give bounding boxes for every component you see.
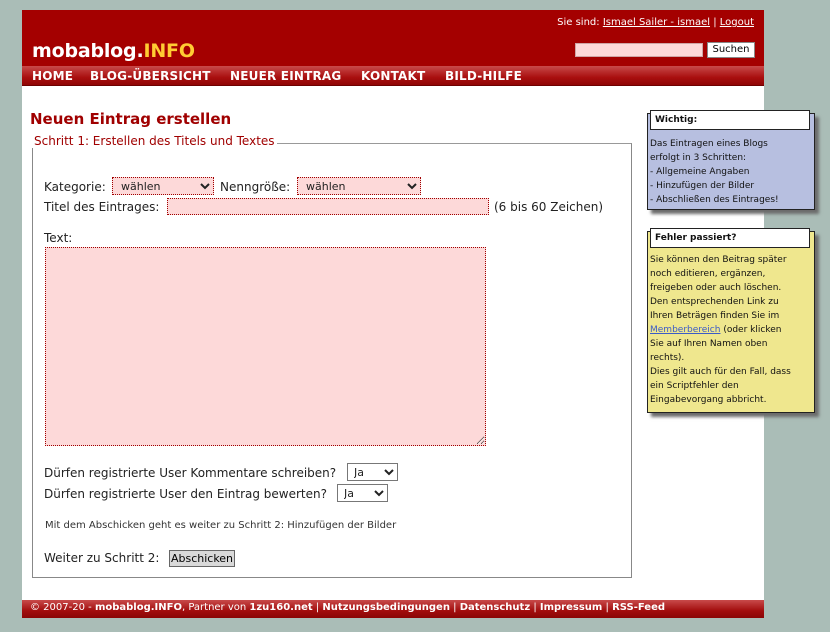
info-line: erfolgt in 3 Schritten: bbox=[650, 153, 747, 163]
size-select[interactable]: wählen bbox=[297, 177, 421, 195]
header: mobablog.INFO Sie sind: Ismael Sailer - … bbox=[22, 10, 764, 66]
entry-title-hint: (6 bis 60 Zeichen) bbox=[494, 200, 604, 214]
nav-blog-overview[interactable]: BLOG-ÜBERSICHT bbox=[90, 69, 211, 83]
logout-link[interactable]: Logout bbox=[720, 17, 754, 28]
info-line: Dies gilt auch für den Fall, dass bbox=[650, 367, 791, 377]
page-title: Neuen Eintrag erstellen bbox=[30, 110, 232, 128]
category-label: Kategorie: bbox=[44, 180, 106, 194]
nav-contact[interactable]: KONTAKT bbox=[361, 69, 425, 83]
submit-info-text: Mit dem Abschicken geht es weiter zu Sch… bbox=[45, 520, 397, 531]
info-box-error-title: Fehler passiert? bbox=[650, 228, 810, 248]
search-button[interactable]: Suchen bbox=[707, 42, 755, 58]
category-select[interactable]: wählen bbox=[112, 177, 214, 195]
footer-partner-text: , Partner von bbox=[181, 602, 250, 613]
footer-site-name: mobablog.INFO bbox=[94, 602, 182, 613]
user-prefix: Sie sind: bbox=[557, 17, 600, 28]
info-box-important: Wichtig: Das Eintragen eines Blogs erfol… bbox=[647, 110, 815, 210]
footer: © 2007-20 - mobablog.INFO, Partner von 1… bbox=[22, 600, 764, 618]
info-line-with-link: Memberbereich (oder klicken bbox=[650, 323, 791, 337]
info-box-error: Fehler passiert? Sie können den Beitrag … bbox=[647, 228, 815, 413]
footer-imprint-link[interactable]: Impressum bbox=[540, 602, 602, 613]
info-line-tail: (oder klicken bbox=[720, 325, 782, 335]
footer-rss-link[interactable]: RSS-Feed bbox=[612, 602, 665, 613]
main-navigation: HOME BLOG-ÜBERSICHT NEUER EINTRAG KONTAK… bbox=[22, 66, 764, 86]
info-line: Sie können den Beitrag später bbox=[650, 255, 787, 265]
nav-home[interactable]: HOME bbox=[32, 69, 73, 83]
submit-button[interactable]: Abschicken bbox=[169, 550, 235, 567]
info-line: ein Scriptfehler den bbox=[650, 381, 739, 391]
info-line: Eingabevorgang abbricht. bbox=[650, 395, 767, 405]
site-logo[interactable]: mobablog.INFO bbox=[32, 40, 195, 62]
footer-copyright: © 2007-20 - bbox=[30, 602, 95, 613]
logo-accent-text: INFO bbox=[143, 40, 195, 62]
footer-privacy-link[interactable]: Datenschutz bbox=[460, 602, 530, 613]
info-box-important-title: Wichtig: bbox=[650, 110, 810, 130]
footer-separator: | bbox=[449, 602, 460, 613]
entry-title-label: Titel des Eintrages: bbox=[44, 200, 160, 214]
footer-separator: | bbox=[530, 602, 540, 613]
info-box-important-body: Das Eintragen eines Blogs erfolgt in 3 S… bbox=[648, 135, 781, 209]
user-bar-separator: | bbox=[713, 17, 717, 28]
rating-select[interactable]: Ja bbox=[337, 484, 388, 502]
info-line: - Hinzufügen der Bilder bbox=[650, 181, 755, 191]
nav-image-help[interactable]: BILD-HILFE bbox=[445, 69, 522, 83]
comments-select[interactable]: Ja bbox=[347, 463, 398, 481]
next-step-label: Weiter zu Schritt 2: bbox=[44, 551, 160, 565]
footer-separator: | bbox=[312, 602, 323, 613]
info-line: Ihren Beträgen finden Sie im bbox=[650, 311, 780, 321]
search-input[interactable] bbox=[575, 43, 703, 57]
nav-new-entry[interactable]: NEUER EINTRAG bbox=[230, 69, 341, 83]
footer-separator: | bbox=[602, 602, 613, 613]
step1-legend: Schritt 1: Erstellen des Titels und Text… bbox=[32, 134, 277, 148]
info-line: - Abschließen des Eintrages! bbox=[650, 195, 779, 205]
rating-label: Dürfen registrierte User den Eintrag bew… bbox=[44, 487, 327, 501]
entry-text-area[interactable] bbox=[45, 247, 486, 446]
user-profile-link[interactable]: Ismael Sailer - ismael bbox=[603, 17, 710, 28]
info-line: noch editieren, ergänzen, bbox=[650, 269, 766, 279]
text-label: Text: bbox=[44, 231, 73, 245]
size-label: Nenngröße: bbox=[220, 180, 291, 194]
member-area-link[interactable]: Memberbereich bbox=[650, 325, 720, 335]
entry-title-input[interactable] bbox=[167, 198, 489, 215]
footer-terms-link[interactable]: Nutzungsbedingungen bbox=[322, 602, 450, 613]
comments-label: Dürfen registrierte User Kommentare schr… bbox=[44, 466, 337, 480]
info-line: Das Eintragen eines Blogs bbox=[650, 139, 768, 149]
user-bar: Sie sind: Ismael Sailer - ismael | Logou… bbox=[557, 17, 754, 28]
info-line: freigeben oder auch löschen. bbox=[650, 283, 782, 293]
info-line: rechts). bbox=[650, 353, 685, 363]
logo-main-text: mobablog. bbox=[32, 40, 144, 62]
info-line: Sie auf Ihren Namen oben bbox=[650, 339, 768, 349]
info-line: Den entsprechenden Link zu bbox=[650, 297, 779, 307]
footer-partner-link[interactable]: 1zu160.net bbox=[249, 602, 312, 613]
info-box-error-body: Sie können den Beitrag später noch editi… bbox=[648, 251, 793, 409]
info-line: - Allgemeine Angaben bbox=[650, 167, 750, 177]
